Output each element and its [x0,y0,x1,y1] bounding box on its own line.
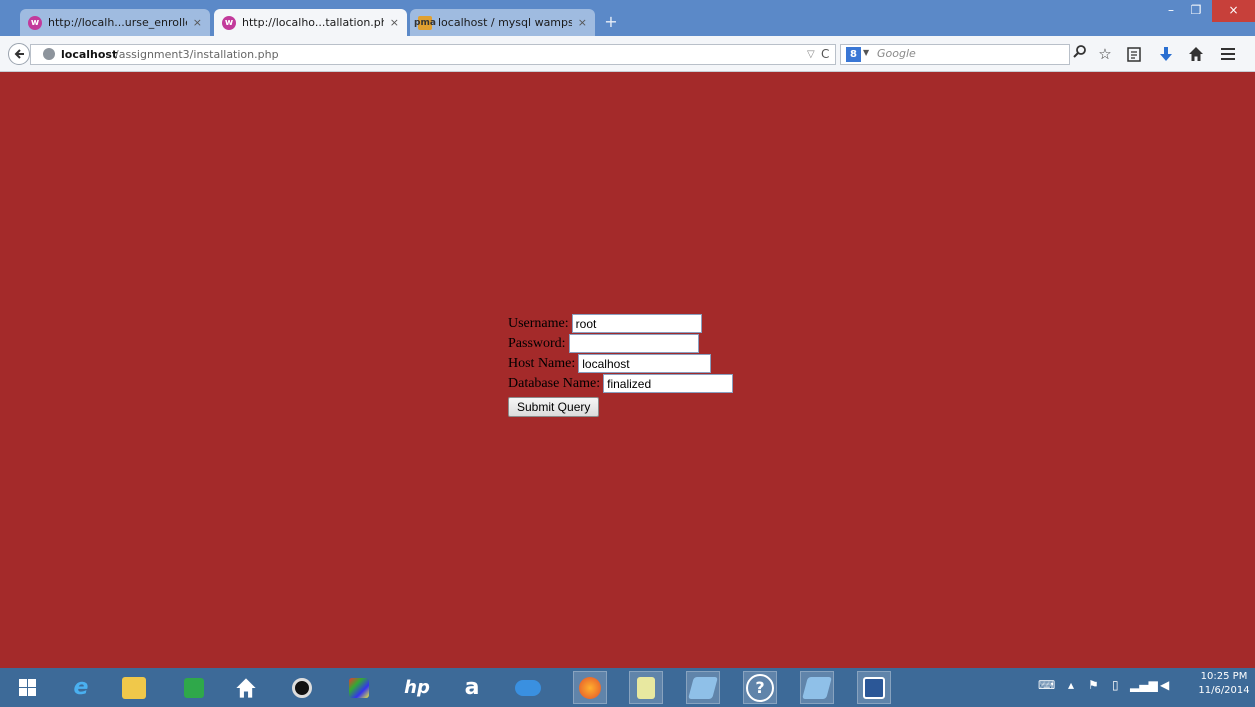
word-icon[interactable] [857,671,891,704]
signal-icon[interactable]: ▂▄▆ [1130,678,1158,692]
home-icon[interactable] [229,671,263,704]
chevron-down-icon[interactable]: ▼ [863,48,869,57]
tab-installation[interactable]: w http://localho...tallation.php × [214,9,407,36]
browser-titlebar: w http://localh...urse_enrolled × w http… [0,0,1255,36]
database-name-label: Database Name: [508,376,601,391]
host-name-input[interactable] [578,354,712,373]
webcam-icon[interactable] [285,671,319,704]
maximize-button[interactable]: ❐ [1180,0,1212,22]
reload-icon[interactable]: C [821,45,829,64]
bookmark-star-icon[interactable]: ☆ [1095,44,1115,64]
username-row: Username: [508,314,733,334]
tab-title: http://localh...urse_enrolled [48,16,187,29]
internet-explorer-icon[interactable]: e [64,671,98,704]
action-center-flag-icon[interactable]: ⚑ [1088,678,1099,692]
password-label: Password: [508,336,566,351]
search-icon[interactable] [1072,44,1088,62]
host-name-label: Host Name: [508,356,576,371]
back-arrow-icon [14,49,24,59]
keyboard-icon[interactable]: ⌨ [1038,678,1055,692]
store-icon[interactable] [177,671,211,704]
close-tab-icon[interactable]: × [578,16,587,29]
tab-title: http://localho...tallation.php [242,16,384,29]
clipboard-glyph [1127,47,1141,62]
down-arrow-glyph [1160,47,1172,61]
magnifier-glyph [1073,45,1086,58]
hamburger-glyph [1221,48,1235,60]
home-icon[interactable] [1186,44,1206,64]
username-input[interactable] [571,314,702,333]
tab-title: localhost / mysql wampser... [438,16,572,29]
windows-start-icon[interactable] [10,671,44,704]
help-icon[interactable]: ? [743,671,777,704]
url-host: localhost [61,48,118,61]
submit-row: Submit Query [508,394,733,417]
tab-course-enrolled[interactable]: w http://localh...urse_enrolled × [20,9,210,36]
username-label: Username: [508,316,569,331]
google-icon[interactable]: 8 [846,47,861,62]
database-row: Database Name: [508,374,734,394]
file-explorer-icon[interactable] [117,671,151,704]
close-tab-icon[interactable]: × [390,16,399,29]
download-icon[interactable] [1156,44,1176,64]
host-row: Host Name: [508,354,733,374]
hp-icon[interactable]: hp [400,671,434,704]
wamp-icon: w [222,15,236,30]
app-icon[interactable] [342,671,376,704]
search-placeholder: Google [877,47,916,60]
amazon-icon[interactable]: a [455,671,489,704]
close-window-button[interactable]: × [1212,0,1255,22]
house-glyph [236,677,256,698]
firefox-icon[interactable] [573,671,607,704]
url-bar[interactable]: localhost /assignment3/installation.php … [30,44,836,65]
menu-icon[interactable] [1218,44,1238,64]
app-icon[interactable] [686,671,720,704]
password-input[interactable] [568,334,699,353]
navigation-toolbar: localhost /assignment3/installation.php … [0,36,1255,72]
new-tab-button[interactable]: + [601,12,621,32]
back-button[interactable] [8,43,30,65]
chevron-up-icon[interactable]: ▴ [1068,678,1074,692]
taskbar-clock[interactable]: 10:25 PM 11/6/2014 [1196,670,1252,698]
url-path: /assignment3/installation.php [115,48,279,61]
page-content: Username: Password: Host Name: Database … [0,72,1255,668]
installation-form: Username: Password: Host Name: Database … [508,314,734,417]
submit-query-button[interactable]: Submit Query [508,397,600,417]
clock-date: 11/6/2014 [1198,685,1250,696]
tab-phpmyadmin[interactable]: pma localhost / mysql wampser... × [410,9,595,36]
password-row: Password: [508,334,733,354]
app-icon[interactable] [800,671,834,704]
wamp-icon: w [28,15,42,30]
windows-taskbar: e hp a ? [0,668,1255,707]
site-identity-icon[interactable] [43,48,55,60]
url-dropdown-icon[interactable]: ▽ [807,45,815,64]
house-glyph [1189,47,1203,61]
notepad-icon[interactable] [629,671,663,704]
search-bar[interactable]: 8 ▼ Google [840,44,1070,65]
phpmyadmin-icon: pma [414,15,436,30]
database-name-input[interactable] [603,374,734,393]
battery-icon[interactable]: ▯ [1112,678,1119,692]
volume-icon[interactable]: ◀ [1160,678,1169,692]
close-tab-icon[interactable]: × [193,16,202,29]
clock-time: 10:25 PM [1200,671,1248,682]
onedrive-icon[interactable] [511,671,545,704]
bookmarks-list-icon[interactable] [1124,44,1144,64]
